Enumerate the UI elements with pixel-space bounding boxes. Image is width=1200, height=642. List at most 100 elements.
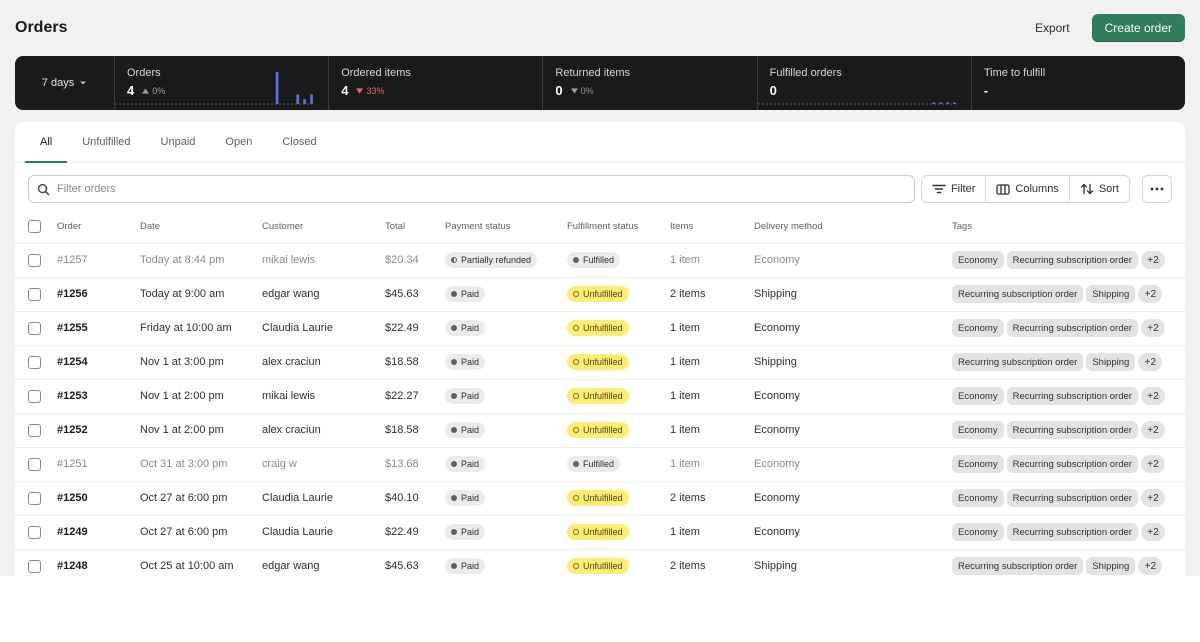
payment-status-badge: Paid	[445, 558, 486, 575]
metric-value: 4	[341, 83, 349, 98]
table-row[interactable]: #1256 Today at 9:00 am edgar wang $45.63 Pai…	[15, 276, 1185, 311]
row-checkbox[interactable]	[28, 457, 41, 471]
payment-status-label: Paid	[461, 391, 480, 401]
metric-card[interactable]: Orders 4 0%	[115, 56, 330, 110]
tags-cell: Economy Recurring subscription order +2	[952, 242, 1185, 277]
tab-open[interactable]: Open	[210, 122, 267, 162]
more-tags-badge[interactable]: +2	[1140, 251, 1165, 269]
table-row[interactable]: #1253 Nov 1 at 2:00 pm mikai lewis $22.27 Pa…	[15, 378, 1185, 413]
columns-icon	[996, 183, 1011, 195]
sort-button[interactable]: Sort	[1070, 176, 1129, 202]
table-row[interactable]: #1249 Oct 27 at 6:00 pm Claudia Laurie $22.…	[15, 514, 1185, 549]
filter-button[interactable]: Filter	[922, 176, 987, 202]
metric-card[interactable]: Ordered items 4 33%	[329, 56, 544, 110]
column-header-customer: Customer	[262, 221, 304, 233]
order-number[interactable]: #1257	[57, 242, 140, 277]
create-order-button[interactable]: Create order	[1091, 14, 1185, 42]
order-number[interactable]: #1251	[57, 446, 140, 481]
order-number[interactable]: #1254	[57, 344, 140, 379]
more-actions-button[interactable]	[1142, 175, 1172, 203]
customer-name: mikai lewis	[262, 378, 385, 413]
order-number[interactable]: #1252	[57, 412, 140, 447]
item-count: 1 item	[670, 514, 754, 549]
tags-cell: Economy Recurring subscription order +2	[952, 310, 1185, 345]
tags-cell: Economy Recurring subscription order +2	[952, 514, 1185, 549]
more-tags-badge[interactable]: +2	[1138, 557, 1163, 576]
table-row[interactable]: #1257 Today at 8:44 pm mikai lewis $20.34 Pa…	[15, 242, 1185, 277]
order-number[interactable]: #1253	[57, 378, 140, 413]
table-row[interactable]: #1248 Oct 25 at 10:00 am edgar wang $45.63 P…	[15, 548, 1185, 576]
date-range-selector[interactable]: 7 days	[15, 56, 115, 110]
order-number[interactable]: #1256	[57, 276, 140, 311]
more-tags-badge[interactable]: +2	[1140, 455, 1165, 473]
row-checkbox[interactable]	[28, 287, 41, 301]
payment-status-label: Paid	[461, 357, 480, 367]
columns-button[interactable]: Columns	[986, 176, 1070, 202]
order-date: Nov 1 at 3:00 pm	[140, 344, 262, 379]
customer-name: alex craciun	[262, 344, 385, 379]
item-count: 1 item	[670, 446, 754, 481]
row-checkbox[interactable]	[28, 423, 41, 437]
row-checkbox[interactable]	[28, 525, 41, 539]
payment-status-label: Paid	[461, 425, 480, 435]
columns-label: Columns	[1015, 183, 1059, 195]
more-tags-badge[interactable]: +2	[1140, 489, 1165, 507]
tags-cell: Recurring subscription order Shipping +2	[952, 344, 1185, 379]
metric-card[interactable]: Returned items 0 0%	[543, 56, 758, 110]
tab-unfulfilled[interactable]: Unfulfilled	[67, 122, 145, 162]
tag: Economy	[952, 455, 1004, 473]
status-dot-icon	[573, 291, 579, 297]
export-button[interactable]: Export	[1023, 15, 1082, 41]
more-tags-badge[interactable]: +2	[1140, 523, 1165, 541]
header-actions: Export Create order	[1023, 14, 1185, 42]
column-header-total: Total	[385, 221, 406, 233]
tab-unpaid[interactable]: Unpaid	[146, 122, 211, 162]
tag: Economy	[952, 387, 1004, 405]
status-dot-icon	[573, 529, 579, 535]
order-number[interactable]: #1250	[57, 480, 140, 515]
delivery-method: Economy	[754, 242, 952, 277]
more-tags-badge[interactable]: +2	[1140, 387, 1165, 405]
search-input[interactable]	[57, 183, 906, 195]
order-number[interactable]: #1249	[57, 514, 140, 549]
more-tags-badge[interactable]: +2	[1138, 285, 1163, 303]
payment-status-cell: Paid	[445, 548, 567, 576]
metric-card[interactable]: Fulfilled orders 0	[757, 56, 972, 110]
tab-all[interactable]: All	[25, 122, 68, 163]
tag: Recurring subscription order	[952, 353, 1084, 371]
customer-name: alex craciun	[262, 412, 385, 447]
payment-status-cell: Partially refunded	[445, 242, 567, 277]
table-row[interactable]: #1252 Nov 1 at 2:00 pm alex craciun $18.58 P…	[15, 412, 1185, 447]
row-checkbox[interactable]	[28, 321, 41, 335]
fulfillment-status-label: Unfulfilled	[583, 527, 623, 537]
orders-table-body: #1257 Today at 8:44 pm mikai lewis $20.34 Pa…	[15, 242, 1185, 576]
order-tabs: All Unfulfilled Unpaid Open Closed	[15, 122, 1185, 163]
metric-value: -	[983, 83, 989, 98]
table-row[interactable]: #1255 Friday at 10:00 am Claudia Laurie $22…	[15, 310, 1185, 345]
item-count: 1 item	[670, 412, 754, 447]
more-tags-badge[interactable]: +2	[1140, 421, 1165, 439]
table-row[interactable]: #1250 Oct 27 at 6:00 pm Claudia Laurie $40.…	[15, 480, 1185, 515]
tab-closed[interactable]: Closed	[267, 122, 331, 162]
spark-bar	[952, 102, 956, 104]
spark-bar	[275, 72, 279, 104]
more-tags-badge[interactable]: +2	[1138, 353, 1163, 371]
status-dot-icon	[451, 427, 457, 433]
order-number[interactable]: #1248	[57, 548, 140, 576]
metric-card[interactable]: Time to fulfill -	[972, 56, 1185, 110]
item-count: 2 items	[670, 480, 754, 515]
more-tags-badge[interactable]: +2	[1140, 319, 1165, 337]
table-row[interactable]: #1251 Oct 31 at 3:00 pm craig w $13.68 Paid F…	[15, 446, 1185, 481]
row-checkbox[interactable]	[28, 491, 41, 505]
row-checkbox[interactable]	[28, 389, 41, 403]
more-horizontal-icon	[1150, 187, 1164, 191]
status-dot-icon	[573, 257, 579, 263]
row-checkbox[interactable]	[28, 253, 41, 267]
table-row[interactable]: #1254 Nov 1 at 3:00 pm alex craciun $18.58 P…	[15, 344, 1185, 379]
order-number[interactable]: #1255	[57, 310, 140, 345]
search-box[interactable]	[28, 175, 915, 203]
payment-status-badge: Paid	[445, 490, 486, 506]
row-checkbox[interactable]	[28, 559, 41, 573]
row-checkbox[interactable]	[28, 355, 41, 369]
select-all-checkbox[interactable]	[28, 220, 41, 234]
